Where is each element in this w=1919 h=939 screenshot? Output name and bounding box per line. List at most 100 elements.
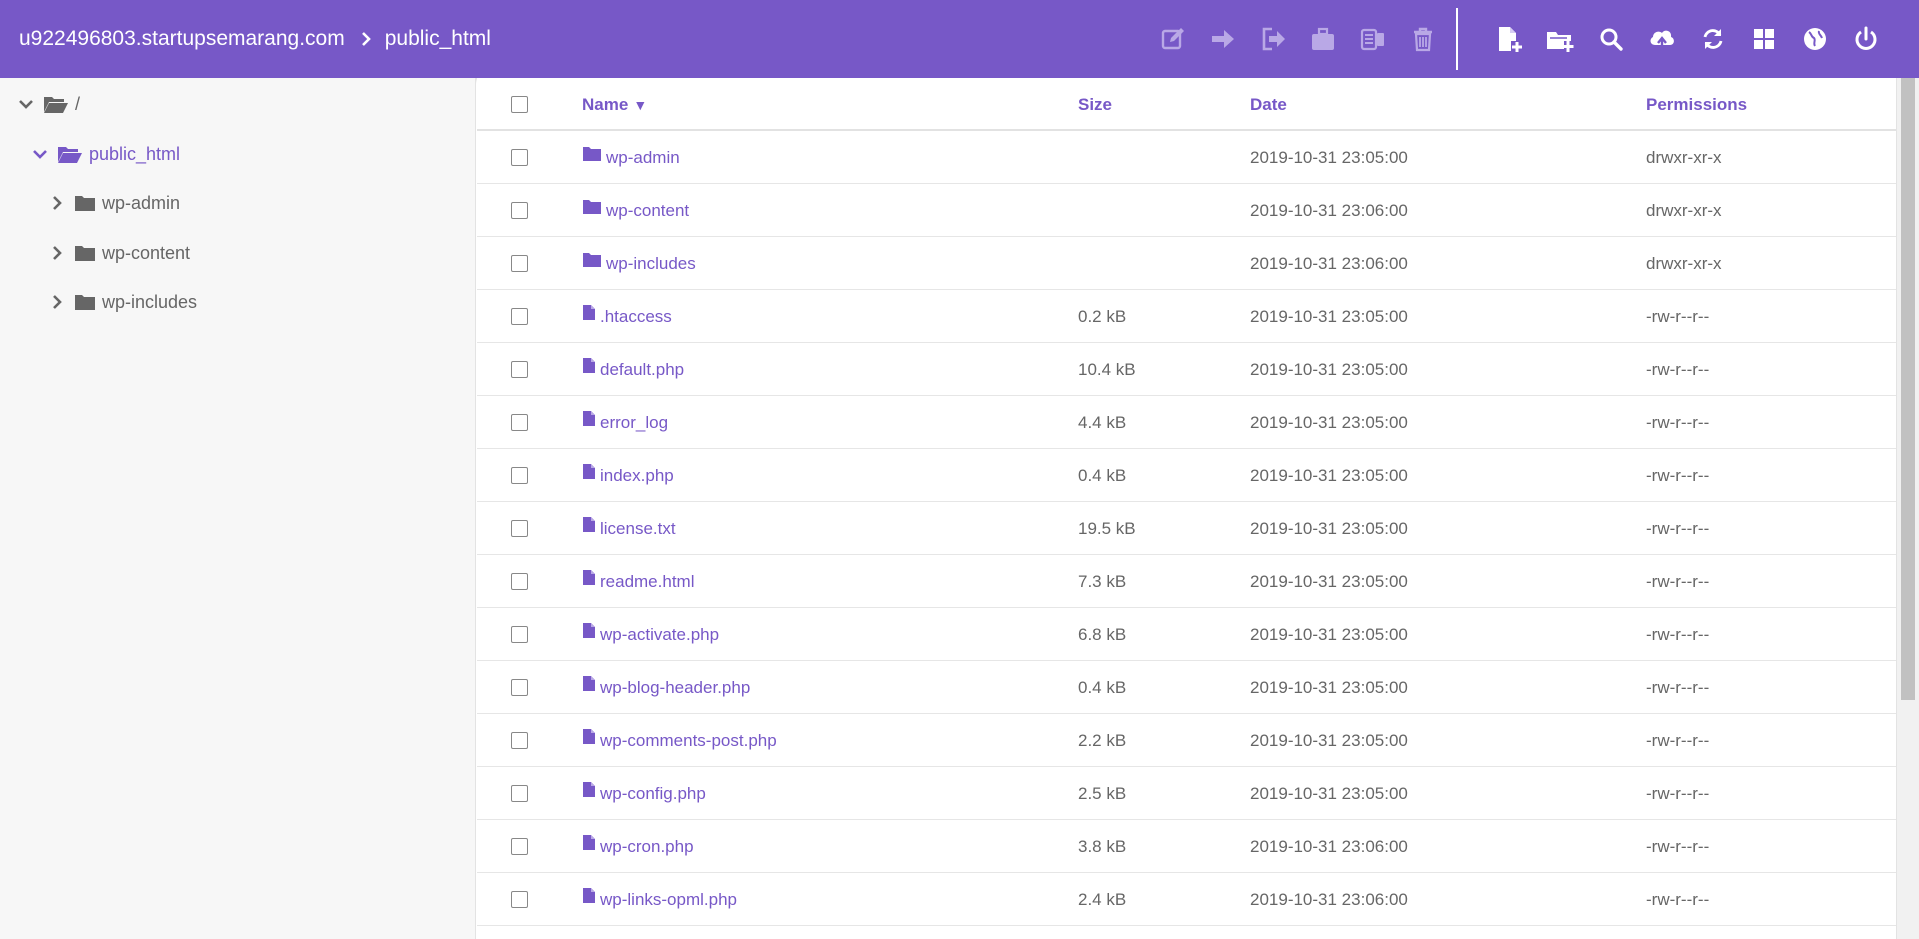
breadcrumb-current[interactable]: public_html	[385, 27, 491, 51]
column-header-name[interactable]: Name ▼	[582, 78, 647, 131]
table-row[interactable]: index.php 0.4 kB 2019-10-31 23:05:00 -rw-r-…	[477, 449, 1896, 502]
table-row[interactable]: wp-cron.php 3.8 kB 2019-10-31 23:06:00 -rw-…	[477, 820, 1896, 873]
table-row[interactable]: wp-links-opml.php 2.4 kB 2019-10-31 23:06:…	[477, 873, 1896, 926]
exit-icon[interactable]	[1258, 24, 1288, 54]
row-checkbox[interactable]	[511, 573, 528, 590]
column-header-size[interactable]: Size	[1078, 78, 1112, 131]
row-checkbox[interactable]	[511, 149, 528, 166]
column-header-date[interactable]: Date	[1250, 78, 1287, 131]
file-name-cell[interactable]: default.php	[582, 343, 684, 396]
file-name[interactable]: .htaccess	[600, 307, 672, 327]
file-name-cell[interactable]: wp-activate.php	[582, 608, 719, 661]
row-checkbox[interactable]	[511, 891, 528, 908]
archive-icon[interactable]	[1308, 24, 1338, 54]
file-name[interactable]: error_log	[600, 413, 668, 433]
file-name-cell[interactable]: .htaccess	[582, 290, 672, 343]
edit-icon[interactable]	[1158, 24, 1188, 54]
table-row[interactable]: wp-content 2019-10-31 23:06:00 drwxr-xr-x	[477, 184, 1896, 237]
table-row[interactable]: license.txt 19.5 kB 2019-10-31 23:05:00 -rw…	[477, 502, 1896, 555]
folder-tree: / public_html wp-admin wp-content wp-inc…	[0, 78, 476, 939]
file-name[interactable]: license.txt	[600, 519, 676, 539]
file-date: 2019-10-31 23:06:00	[1250, 200, 1408, 220]
row-checkbox[interactable]	[511, 785, 528, 802]
file-name[interactable]: wp-comments-post.php	[600, 731, 777, 751]
file-name-cell[interactable]: readme.html	[582, 555, 694, 608]
refresh-icon[interactable]	[1698, 24, 1728, 54]
row-checkbox[interactable]	[511, 308, 528, 325]
table-row[interactable]: .htaccess 0.2 kB 2019-10-31 23:05:00 -rw-r-…	[477, 290, 1896, 343]
table-row[interactable]: wp-config.php 2.5 kB 2019-10-31 23:05:00 -r…	[477, 767, 1896, 820]
file-name[interactable]: default.php	[600, 360, 684, 380]
tree-item-public-html[interactable]: public_html	[33, 139, 180, 169]
file-name[interactable]: wp-config.php	[600, 784, 706, 804]
file-permissions: -rw-r--r--	[1646, 624, 1710, 644]
table-row[interactable]: wp-blog-header.php 0.4 kB 2019-10-31 23:05…	[477, 661, 1896, 714]
file-name[interactable]: wp-cron.php	[600, 837, 694, 857]
file-name[interactable]: index.php	[600, 466, 674, 486]
select-all-checkbox[interactable]	[511, 96, 528, 113]
table-row[interactable]: default.php 10.4 kB 2019-10-31 23:05:00 -rw…	[477, 343, 1896, 396]
power-icon[interactable]	[1851, 24, 1881, 54]
tree-item-wp-admin[interactable]: wp-admin	[50, 188, 180, 218]
chevron-down-icon[interactable]	[33, 147, 47, 161]
extract-icon[interactable]	[1358, 24, 1388, 54]
file-date: 2019-10-31 23:06:00	[1250, 889, 1408, 909]
file-name-cell[interactable]: wp-includes	[582, 237, 696, 290]
chevron-down-icon[interactable]	[19, 97, 33, 111]
file-name[interactable]: wp-blog-header.php	[600, 678, 750, 698]
column-header-permissions[interactable]: Permissions	[1646, 78, 1747, 131]
file-name-cell[interactable]: license.txt	[582, 502, 676, 555]
file-name[interactable]: wp-content	[606, 201, 689, 221]
row-checkbox[interactable]	[511, 838, 528, 855]
file-name-cell[interactable]: wp-config.php	[582, 767, 706, 820]
file-name-cell[interactable]: wp-comments-post.php	[582, 714, 777, 767]
tree-root[interactable]: /	[19, 89, 80, 119]
upload-icon[interactable]	[1647, 24, 1677, 54]
row-checkbox[interactable]	[511, 255, 528, 272]
row-checkbox[interactable]	[511, 520, 528, 537]
file-name-cell[interactable]: wp-cron.php	[582, 820, 694, 873]
table-row[interactable]: wp-includes 2019-10-31 23:06:00 drwxr-xr-x	[477, 237, 1896, 290]
chevron-right-icon	[361, 32, 371, 46]
move-icon[interactable]	[1208, 24, 1238, 54]
row-checkbox[interactable]	[511, 202, 528, 219]
chevron-right-icon[interactable]	[50, 246, 64, 260]
search-icon[interactable]	[1596, 24, 1626, 54]
table-row[interactable]: wp-activate.php 6.8 kB 2019-10-31 23:05:00…	[477, 608, 1896, 661]
scrollbar-thumb[interactable]	[1901, 78, 1915, 700]
globe-icon[interactable]	[1800, 24, 1830, 54]
chevron-right-icon[interactable]	[50, 196, 64, 210]
file-name[interactable]: wp-admin	[606, 148, 680, 168]
table-row[interactable]: wp-comments-post.php 2.2 kB 2019-10-31 23:…	[477, 714, 1896, 767]
file-name-cell[interactable]: wp-content	[582, 184, 689, 237]
breadcrumb-domain[interactable]: u922496803.startupsemarang.com	[19, 27, 345, 51]
file-date: 2019-10-31 23:05:00	[1250, 412, 1408, 432]
vertical-scrollbar[interactable]	[1896, 78, 1919, 939]
grid-view-icon[interactable]	[1749, 24, 1779, 54]
row-checkbox[interactable]	[511, 732, 528, 749]
row-checkbox[interactable]	[511, 414, 528, 431]
tree-item-wp-includes[interactable]: wp-includes	[50, 287, 197, 317]
table-row[interactable]: readme.html 7.3 kB 2019-10-31 23:05:00 -rw-…	[477, 555, 1896, 608]
row-checkbox[interactable]	[511, 626, 528, 643]
file-name-cell[interactable]: error_log	[582, 396, 668, 449]
file-name[interactable]: readme.html	[600, 572, 694, 592]
trash-icon[interactable]	[1408, 24, 1438, 54]
row-checkbox[interactable]	[511, 679, 528, 696]
file-name-cell[interactable]: wp-blog-header.php	[582, 661, 750, 714]
new-file-icon[interactable]	[1494, 24, 1524, 54]
row-checkbox[interactable]	[511, 361, 528, 378]
file-name-cell[interactable]: wp-links-opml.php	[582, 873, 737, 926]
table-row[interactable]: wp-admin 2019-10-31 23:05:00 drwxr-xr-x	[477, 131, 1896, 184]
file-permissions: -rw-r--r--	[1646, 783, 1710, 803]
tree-item-wp-content[interactable]: wp-content	[50, 238, 190, 268]
file-name[interactable]: wp-activate.php	[600, 625, 719, 645]
chevron-right-icon[interactable]	[50, 295, 64, 309]
file-name[interactable]: wp-links-opml.php	[600, 890, 737, 910]
row-checkbox[interactable]	[511, 467, 528, 484]
file-name[interactable]: wp-includes	[606, 254, 696, 274]
table-row[interactable]: error_log 4.4 kB 2019-10-31 23:05:00 -rw-r-…	[477, 396, 1896, 449]
file-name-cell[interactable]: index.php	[582, 449, 674, 502]
file-name-cell[interactable]: wp-admin	[582, 131, 680, 184]
new-folder-icon[interactable]	[1545, 24, 1575, 54]
